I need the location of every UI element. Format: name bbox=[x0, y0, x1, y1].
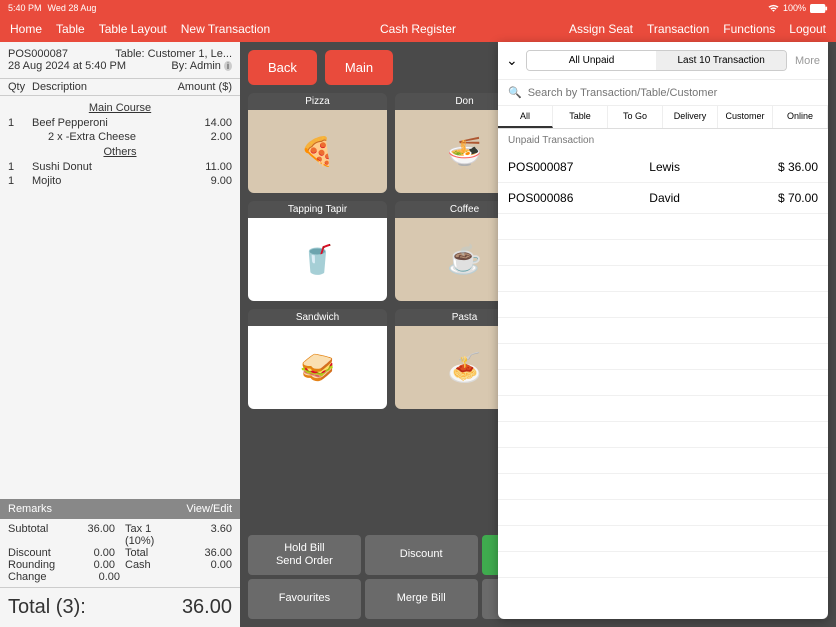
status-time: 5:40 PM bbox=[8, 3, 42, 13]
search-input[interactable] bbox=[528, 87, 818, 99]
sum-cash-v: 0.00 bbox=[179, 559, 233, 571]
remarks-view-edit[interactable]: View/Edit bbox=[186, 503, 232, 515]
receipt-panel: POS000087 Table: Customer 1, Le... 28 Au… bbox=[0, 42, 240, 627]
tile-label: Tapping Tapir bbox=[248, 201, 387, 218]
item-desc: Mojito bbox=[32, 175, 182, 187]
tab-online[interactable]: Online bbox=[773, 106, 828, 128]
transaction-row[interactable]: POS000086David$ 70.00 bbox=[498, 183, 828, 214]
transaction-panel: ⌄ All Unpaid Last 10 Transaction More 🔍 … bbox=[498, 42, 828, 619]
discount-button[interactable]: Discount bbox=[365, 535, 478, 575]
sum-total-v: 36.00 bbox=[179, 547, 233, 559]
back-button[interactable]: Back bbox=[248, 50, 317, 85]
txn-amt: $ 70.00 bbox=[758, 191, 818, 205]
sum-cash-l: Cash bbox=[115, 559, 179, 571]
receipt-item[interactable]: 1Beef Pepperoni14.00 bbox=[8, 116, 232, 130]
top-nav: Home Table Table Layout New Transaction … bbox=[0, 16, 836, 42]
receipt-item[interactable]: 1Sushi Donut11.00 bbox=[8, 160, 232, 174]
item-qty: 1 bbox=[8, 117, 32, 129]
item-amt: 11.00 bbox=[182, 161, 232, 173]
txn-amt: $ 36.00 bbox=[758, 160, 818, 174]
nav-logout[interactable]: Logout bbox=[789, 22, 826, 36]
seg-last-10[interactable]: Last 10 Transaction bbox=[656, 51, 786, 70]
sum-subtotal-v: 36.00 bbox=[62, 523, 116, 547]
tab-all[interactable]: All bbox=[498, 106, 553, 128]
nav-assign-seat[interactable]: Assign Seat bbox=[569, 22, 633, 36]
tile-label: Sandwich bbox=[248, 309, 387, 326]
col-qty: Qty bbox=[8, 81, 32, 93]
sum-total-l: Total bbox=[115, 547, 179, 559]
page-title: Cash Register bbox=[380, 22, 456, 36]
battery-icon bbox=[810, 4, 828, 13]
nav-table-layout[interactable]: Table Layout bbox=[99, 22, 167, 36]
sum-tax-l: Tax 1 (10%) bbox=[115, 523, 179, 547]
item-desc: Sushi Donut bbox=[32, 161, 182, 173]
remarks-label: Remarks bbox=[8, 503, 52, 515]
chevron-down-icon[interactable]: ⌄ bbox=[506, 52, 518, 69]
section-label: Main Course bbox=[8, 102, 232, 114]
txn-name: David bbox=[649, 191, 758, 205]
sum-change-l: Change bbox=[8, 571, 64, 583]
nav-new-transaction[interactable]: New Transaction bbox=[181, 22, 270, 36]
category-tile[interactable]: Sandwich🥪 bbox=[248, 309, 387, 409]
receipt-table: Table: Customer 1, Le... bbox=[115, 48, 232, 60]
sum-discount-l: Discount bbox=[8, 547, 62, 559]
nav-home[interactable]: Home bbox=[10, 22, 42, 36]
section-label: Others bbox=[8, 146, 232, 158]
sum-rounding-l: Rounding bbox=[8, 559, 62, 571]
sum-subtotal-l: Subtotal bbox=[8, 523, 62, 547]
sum-rounding-v: 0.00 bbox=[62, 559, 116, 571]
col-amt: Amount ($) bbox=[178, 81, 232, 93]
txn-id: POS000087 bbox=[508, 160, 649, 174]
favourites-button[interactable]: Favourites bbox=[248, 579, 361, 619]
seg-all-unpaid[interactable]: All Unpaid bbox=[527, 51, 657, 70]
battery-pct: 100% bbox=[783, 3, 806, 13]
receipt-datetime: 28 Aug 2024 at 5:40 PM bbox=[8, 60, 126, 72]
sum-change-v: 0.00 bbox=[64, 571, 120, 583]
search-icon: 🔍 bbox=[508, 86, 522, 99]
tile-label: Pizza bbox=[248, 93, 387, 110]
nav-table[interactable]: Table bbox=[56, 22, 85, 36]
hold-bill-button[interactable]: Hold Bill Send Order bbox=[248, 535, 361, 575]
tab-togo[interactable]: To Go bbox=[608, 106, 663, 128]
sum-tax-v: 3.60 bbox=[179, 523, 233, 547]
tab-customer[interactable]: Customer bbox=[718, 106, 773, 128]
sum-discount-v: 0.00 bbox=[62, 547, 116, 559]
item-amt: 14.00 bbox=[182, 117, 232, 129]
item-qty: 1 bbox=[8, 175, 32, 187]
item-amt: 9.00 bbox=[182, 175, 232, 187]
transaction-row[interactable]: POS000087Lewis$ 36.00 bbox=[498, 152, 828, 183]
receipt-item[interactable]: 1Mojito9.00 bbox=[8, 174, 232, 188]
tile-image: 🥪 bbox=[248, 326, 387, 409]
item-desc: Beef Pepperoni bbox=[32, 117, 182, 129]
more-button[interactable]: More bbox=[795, 55, 820, 67]
receipt-item-modifier: 2 x -Extra Cheese2.00 bbox=[8, 130, 232, 144]
merge-bill-button[interactable]: Merge Bill bbox=[365, 579, 478, 619]
main-button[interactable]: Main bbox=[325, 50, 393, 85]
unpaid-section-label: Unpaid Transaction bbox=[498, 129, 828, 152]
category-tile[interactable]: Pizza🍕 bbox=[248, 93, 387, 193]
receipt-by: By: Admin bbox=[171, 60, 221, 72]
status-bar: 5:40 PM Wed 28 Aug 100% bbox=[0, 0, 836, 16]
col-desc: Description bbox=[32, 81, 178, 93]
info-icon[interactable]: i bbox=[224, 61, 232, 71]
item-qty: 1 bbox=[8, 161, 32, 173]
total-amount: 36.00 bbox=[182, 596, 232, 619]
txn-name: Lewis bbox=[649, 160, 758, 174]
modifier-amt: 2.00 bbox=[182, 131, 232, 143]
modifier-desc: 2 x -Extra Cheese bbox=[32, 131, 182, 143]
tab-delivery[interactable]: Delivery bbox=[663, 106, 718, 128]
wifi-icon bbox=[768, 4, 779, 13]
tile-image: 🥤 bbox=[248, 218, 387, 301]
tile-image: 🍕 bbox=[248, 110, 387, 193]
receipt-id: POS000087 bbox=[8, 48, 68, 60]
category-tile[interactable]: Tapping Tapir🥤 bbox=[248, 201, 387, 301]
total-label: Total (3): bbox=[8, 596, 86, 619]
txn-id: POS000086 bbox=[508, 191, 649, 205]
nav-transaction[interactable]: Transaction bbox=[647, 22, 709, 36]
tab-table[interactable]: Table bbox=[553, 106, 608, 128]
nav-functions[interactable]: Functions bbox=[723, 22, 775, 36]
status-date: Wed 28 Aug bbox=[48, 3, 97, 13]
